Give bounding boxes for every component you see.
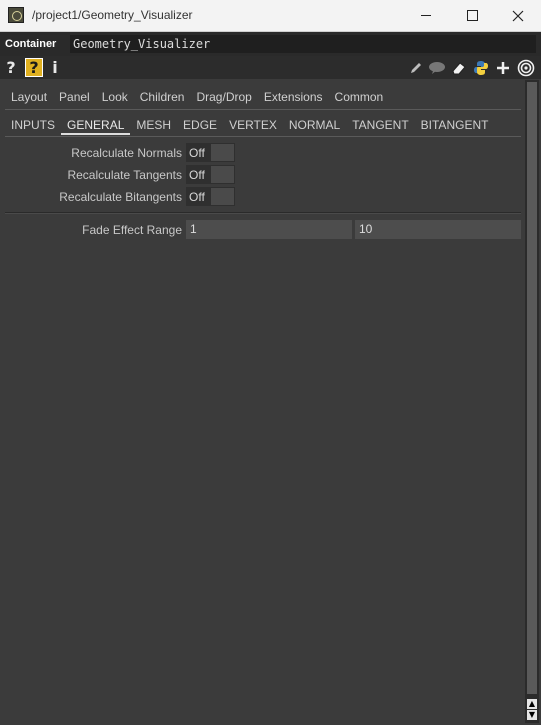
tab-edge[interactable]: EDGE <box>177 115 223 135</box>
param-fade-effect-range: Fade Effect Range 1 10 <box>0 220 525 240</box>
tab-common[interactable]: Common <box>329 86 390 106</box>
toggle-value: Off <box>189 168 205 182</box>
minimize-icon <box>421 15 431 16</box>
pencil-icon[interactable] <box>408 58 424 77</box>
maximize-button[interactable] <box>449 0 495 31</box>
tab-layout[interactable]: Layout <box>5 86 53 106</box>
custom-tabs-divider <box>5 136 521 137</box>
comment-icon[interactable] <box>428 58 446 77</box>
python-icon[interactable] <box>472 58 490 77</box>
close-button[interactable] <box>495 0 541 31</box>
fade-range-max-field[interactable]: 10 <box>355 220 521 239</box>
page-tabs: Layout Panel Look Children Drag/Drop Ext… <box>5 86 389 106</box>
maximize-icon <box>466 10 478 21</box>
operator-type: Container <box>5 38 57 50</box>
param-label: Recalculate Normals <box>71 146 182 160</box>
param-recalculate-tangents: Recalculate Tangents Off <box>0 165 525 185</box>
tab-drag-drop[interactable]: Drag/Drop <box>190 86 257 106</box>
param-recalculate-bitangents: Recalculate Bitangents Off <box>0 187 525 207</box>
title-bar: /project1/Geometry_Visualizer <box>0 0 541 32</box>
target-icon[interactable] <box>516 58 536 77</box>
tab-mesh[interactable]: MESH <box>130 115 177 135</box>
info-button[interactable]: i <box>50 58 60 77</box>
toggle-box[interactable] <box>211 188 234 205</box>
tabs-divider <box>5 109 521 110</box>
custom-tabs: INPUTS GENERAL MESH EDGE VERTEX NORMAL T… <box>5 115 494 135</box>
recalculate-normals-toggle[interactable]: Off <box>186 143 235 162</box>
tab-tangent[interactable]: TANGENT <box>346 115 414 135</box>
toolbar: ? ? i <box>0 56 541 79</box>
param-label: Recalculate Bitangents <box>59 190 182 204</box>
help-box-button[interactable]: ? <box>25 58 43 77</box>
operator-name-field[interactable]: Geometry_Visualizer <box>70 35 536 53</box>
fade-range-min-field[interactable]: 1 <box>186 220 352 239</box>
tab-inputs[interactable]: INPUTS <box>5 115 61 135</box>
tab-extensions[interactable]: Extensions <box>258 86 329 106</box>
toggle-value: Off <box>189 190 205 204</box>
help-button[interactable]: ? <box>5 58 17 77</box>
toggle-box[interactable] <box>211 144 234 161</box>
recalculate-bitangents-toggle[interactable]: Off <box>186 187 235 206</box>
scrollbar-thumb[interactable] <box>527 82 537 694</box>
operator-bar: Container Geometry_Visualizer <box>0 32 541 56</box>
param-label: Recalculate Tangents <box>67 168 182 182</box>
minimize-button[interactable] <box>403 0 449 31</box>
tab-panel[interactable]: Panel <box>53 86 96 106</box>
toggle-box[interactable] <box>211 166 234 183</box>
close-icon <box>512 10 524 21</box>
tab-vertex[interactable]: VERTEX <box>223 115 283 135</box>
tab-look[interactable]: Look <box>96 86 134 106</box>
vertical-scrollbar[interactable]: ▲ ▼ <box>525 80 539 723</box>
eraser-icon[interactable] <box>450 58 468 77</box>
tab-children[interactable]: Children <box>134 86 191 106</box>
param-recalculate-normals: Recalculate Normals Off <box>0 143 525 163</box>
tab-bitangent[interactable]: BITANGENT <box>415 115 495 135</box>
app-icon <box>8 7 24 23</box>
param-label: Fade Effect Range <box>82 223 182 237</box>
toggle-value: Off <box>189 146 205 160</box>
section-divider <box>5 212 521 214</box>
scroll-down-icon[interactable]: ▼ <box>527 710 537 720</box>
recalculate-tangents-toggle[interactable]: Off <box>186 165 235 184</box>
tab-normal[interactable]: NORMAL <box>283 115 346 135</box>
scroll-up-icon[interactable]: ▲ <box>527 699 537 709</box>
window-title: /project1/Geometry_Visualizer <box>32 8 193 22</box>
tab-general[interactable]: GENERAL <box>61 115 131 135</box>
plus-icon[interactable] <box>494 58 512 77</box>
